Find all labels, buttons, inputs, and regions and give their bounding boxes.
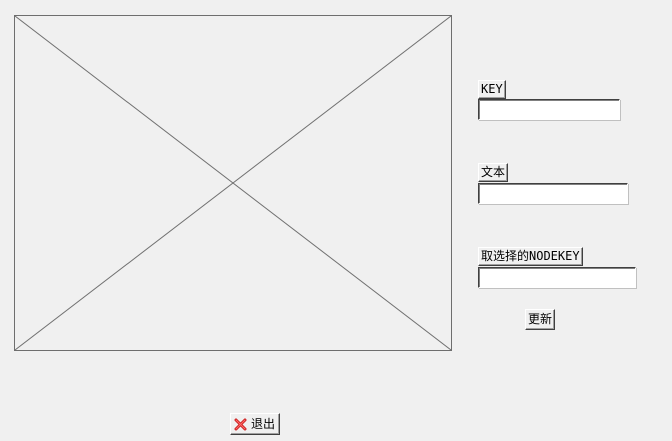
image-placeholder bbox=[14, 15, 452, 351]
get-selected-nodekey-button[interactable]: 取选择的NODEKEY bbox=[478, 247, 583, 266]
update-button[interactable]: 更新 bbox=[525, 309, 556, 330]
text-label-button[interactable]: 文本 bbox=[478, 163, 509, 182]
key-label-button[interactable]: KEY bbox=[478, 80, 506, 99]
nodekey-input[interactable] bbox=[478, 267, 636, 288]
exit-button[interactable]: 退出 bbox=[230, 413, 281, 435]
key-input[interactable] bbox=[478, 99, 620, 120]
exit-label: 退出 bbox=[251, 416, 276, 431]
text-input[interactable] bbox=[478, 183, 628, 204]
close-icon bbox=[234, 418, 247, 431]
main-window: KEY 文本 取选择的NODEKEY 更新 退出 bbox=[0, 0, 672, 441]
broken-image-icon bbox=[15, 16, 451, 350]
